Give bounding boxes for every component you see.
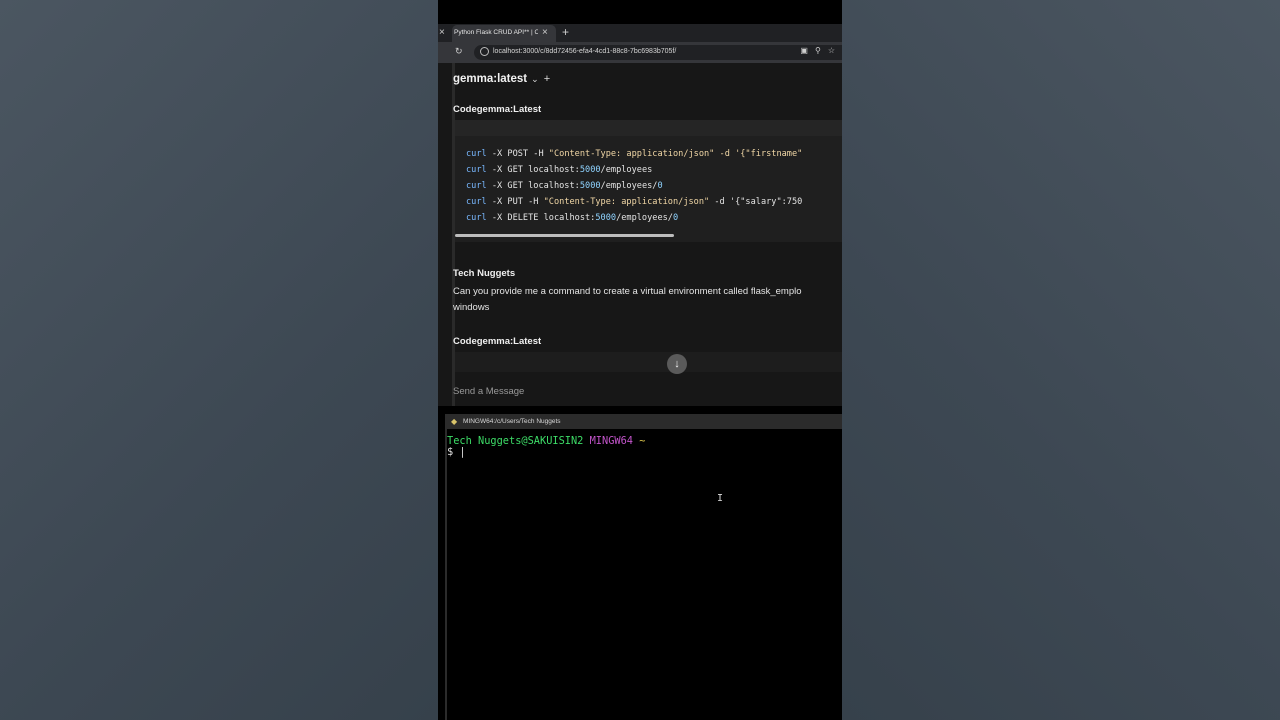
- code-line: curl -X POST -H "Content-Type: applicati…: [466, 149, 803, 159]
- prompt-symbol: $: [447, 446, 454, 458]
- prompt-path: ~: [639, 435, 646, 447]
- tab-close-icon[interactable]: ×: [542, 27, 548, 39]
- terminal-title: MINGW64:/c/Users/Tech Nuggets: [463, 418, 561, 425]
- reload-icon[interactable]: ↻: [455, 46, 463, 57]
- background-right: [842, 0, 1280, 720]
- prompt-line: Tech Nuggets@SAKUISIN2 MINGW64 ~: [447, 436, 645, 447]
- site-info-icon[interactable]: [480, 47, 489, 56]
- code-block: curl -X POST -H "Content-Type: applicati…: [455, 120, 842, 242]
- browser-tab[interactable]: Python Flask CRUD API** | O: ×: [452, 25, 556, 42]
- code-line: curl -X GET localhost:5000/employees/0: [466, 181, 663, 191]
- code-line: curl -X DELETE localhost:5000/employees/…: [466, 213, 679, 223]
- tab-title: Python Flask CRUD API** | O:: [454, 29, 538, 36]
- address-bar[interactable]: localhost:3000/c/8dd72456-efa4-4cd1-88c8…: [474, 45, 842, 60]
- terminal-border: [445, 429, 447, 720]
- mouse-cursor-icon: I: [717, 493, 724, 504]
- prompt-user: Tech Nuggets@SAKUISIN2: [447, 435, 584, 447]
- browser-window: × Python Flask CRUD API** | O: × + ↻ loc…: [438, 24, 842, 406]
- arrow-down-icon[interactable]: ↓: [667, 354, 687, 374]
- model-selector[interactable]: gemma:latest ⌄ +: [453, 73, 550, 85]
- horizontal-scrollbar[interactable]: [455, 234, 674, 237]
- model-name: gemma:latest: [453, 73, 528, 85]
- message-sender: Codegemma:Latest: [453, 336, 542, 347]
- new-tab-button[interactable]: +: [562, 26, 569, 39]
- add-model-button[interactable]: +: [544, 73, 550, 85]
- prompt-env: MINGW64: [589, 435, 633, 447]
- command-line[interactable]: $ |: [447, 447, 645, 458]
- address-bar-row: ↻ localhost:3000/c/8dd72456-efa4-4cd1-88…: [438, 42, 842, 63]
- toolbar-icons[interactable]: ▣⚲☆: [800, 46, 842, 55]
- code-line: curl -X GET localhost:5000/employees: [466, 165, 653, 175]
- tab-bar: × Python Flask CRUD API** | O: × +: [438, 24, 842, 42]
- message-input[interactable]: Send a Message: [453, 379, 842, 406]
- terminal-output[interactable]: Tech Nuggets@SAKUISIN2 MINGW64 ~ $ |: [447, 436, 645, 458]
- screen-recording: × Python Flask CRUD API** | O: × + ↻ loc…: [438, 0, 842, 720]
- code-content: curl -X POST -H "Content-Type: applicati…: [466, 146, 802, 226]
- close-icon[interactable]: ×: [439, 27, 445, 39]
- code-line: curl -X PUT -H "Content-Type: applicatio…: [466, 197, 803, 207]
- mingw-icon: ◆: [451, 417, 458, 426]
- chat-page: gemma:latest ⌄ + Codegemma:Latest curl -X …: [438, 63, 842, 406]
- input-placeholder: Send a Message: [453, 386, 525, 397]
- reply-code-block: [455, 352, 842, 372]
- url-text: localhost:3000/c/8dd72456-efa4-4cd1-88c8…: [493, 48, 677, 55]
- message-line: windows: [453, 302, 490, 313]
- background-left: [0, 0, 438, 720]
- text-cursor: |: [459, 446, 466, 458]
- terminal-title-bar[interactable]: ◆ MINGW64:/c/Users/Tech Nuggets: [445, 414, 842, 429]
- terminal-window[interactable]: ◆ MINGW64:/c/Users/Tech Nuggets Tech Nug…: [445, 414, 842, 720]
- message-sender: Codegemma:Latest: [453, 104, 542, 115]
- code-block-header: [455, 120, 842, 136]
- message-line: Can you provide me a command to create a…: [453, 286, 802, 297]
- user-message: Can you provide me a command to create a…: [453, 284, 842, 316]
- message-sender: Tech Nuggets: [453, 268, 516, 279]
- chevron-down-icon[interactable]: ⌄: [531, 74, 539, 84]
